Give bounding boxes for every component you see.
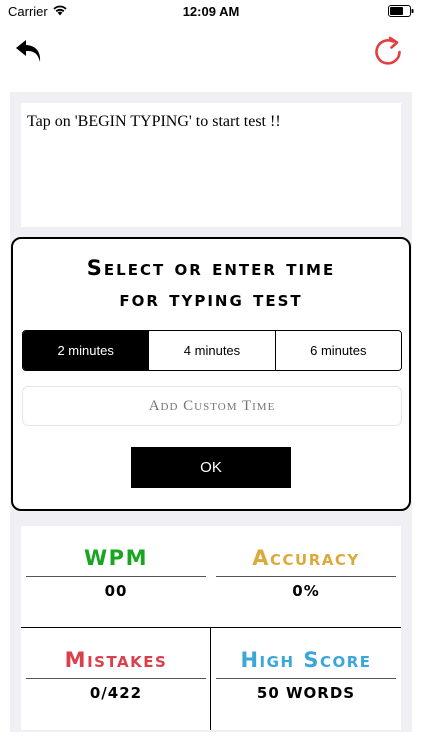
high-score-divider — [216, 678, 396, 679]
typing-text-area[interactable]: Tap on 'BEGIN TYPING' to start test !! — [21, 103, 401, 227]
prompt-text: Tap on 'BEGIN TYPING' to start test !! — [27, 113, 281, 130]
dialog-title-line-2: for typing test — [119, 287, 303, 311]
segment-2-minutes[interactable]: 2 minutes — [23, 331, 150, 370]
mistakes-label: Mistakes — [64, 648, 168, 672]
undo-arrow-icon[interactable] — [14, 36, 44, 66]
mistakes-divider — [26, 678, 206, 679]
wpm-divider — [26, 576, 206, 577]
segment-6-minutes[interactable]: 6 minutes — [275, 331, 401, 370]
wpm-label: WPM — [84, 546, 148, 570]
status-bar: Carrier 12:09 AM — [0, 0, 422, 24]
mistakes-value: 0/422 — [89, 684, 143, 702]
wpm-value: 00 — [104, 582, 128, 600]
segment-4-minutes[interactable]: 4 minutes — [149, 331, 276, 370]
custom-time-input[interactable] — [22, 386, 402, 426]
battery-icon — [388, 5, 414, 17]
accuracy-stat: Accuracy 0% — [211, 526, 401, 628]
high-score-stat: High Score 50 WORDS — [211, 628, 401, 730]
stats-panel: WPM 00 Accuracy 0% Mistakes 0/422 High S… — [21, 526, 401, 730]
mistakes-stat: Mistakes 0/422 — [21, 628, 211, 730]
refresh-icon[interactable] — [372, 36, 404, 68]
accuracy-value: 0% — [292, 582, 320, 600]
accuracy-divider — [216, 576, 396, 577]
accuracy-label: Accuracy — [252, 546, 360, 570]
time-select-dialog: Select or enter time for typing test 2 m… — [11, 237, 411, 511]
dialog-title: Select or enter time for typing test — [13, 253, 409, 315]
ok-button[interactable]: OK — [131, 447, 291, 488]
high-score-value: 50 WORDS — [256, 684, 356, 702]
status-time: 12:09 AM — [182, 4, 240, 19]
dialog-title-line-1: Select or enter time — [86, 256, 336, 280]
high-score-label: High Score — [240, 648, 372, 672]
wpm-stat: WPM 00 — [21, 526, 211, 628]
time-segmented-control: 2 minutes 4 minutes 6 minutes — [22, 330, 402, 371]
